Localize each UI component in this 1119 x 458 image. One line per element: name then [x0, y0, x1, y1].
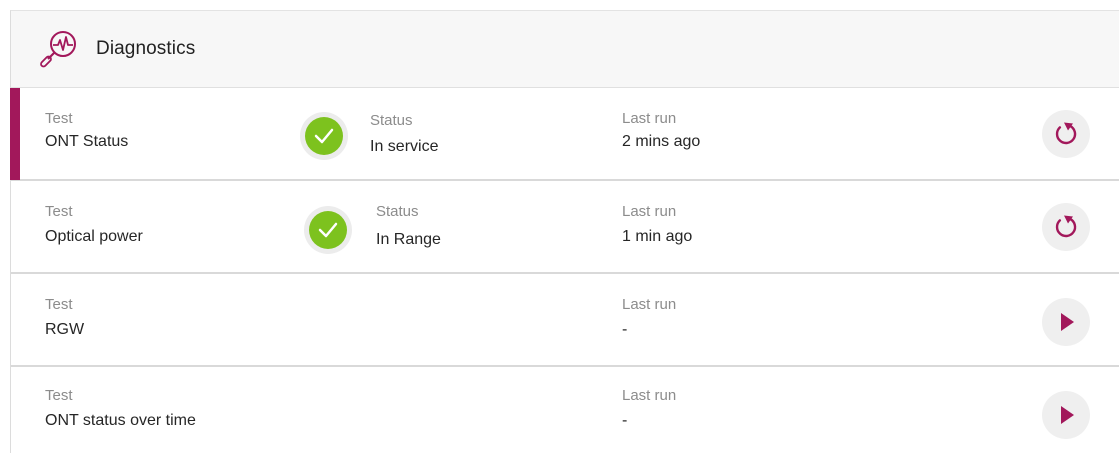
test-name: Optical power — [45, 228, 143, 245]
rerun-button[interactable] — [1042, 110, 1090, 158]
status-value: In service — [370, 138, 439, 155]
test-row-optical-power[interactable]: Test Optical power Status In Range Last … — [11, 181, 1119, 274]
rerun-button[interactable] — [1042, 203, 1090, 251]
diagnostics-header: Diagnostics — [11, 11, 1119, 88]
last-run-value: - — [622, 412, 628, 429]
test-row-rgw[interactable]: Test RGW Last run - — [11, 274, 1119, 367]
status-label: Status — [370, 112, 413, 129]
test-label: Test — [45, 296, 73, 313]
status-label: Status — [376, 203, 419, 220]
run-button[interactable] — [1042, 298, 1090, 346]
rerun-icon — [1055, 122, 1077, 145]
status-value: In Range — [376, 231, 441, 248]
test-label: Test — [45, 203, 73, 220]
test-name: ONT Status — [45, 133, 129, 150]
test-label: Test — [45, 110, 73, 127]
test-row-ont-status-over-time[interactable]: Test ONT status over time Last run - — [11, 367, 1119, 458]
last-run-label: Last run — [622, 296, 677, 313]
last-run-label: Last run — [622, 110, 677, 127]
test-name: ONT status over time — [45, 412, 196, 429]
play-icon — [1061, 406, 1074, 424]
play-icon — [1061, 313, 1074, 331]
last-run-value: - — [622, 321, 628, 338]
last-run-label: Last run — [622, 387, 677, 404]
last-run-label: Last run — [622, 203, 677, 220]
last-run-value: 2 mins ago — [622, 133, 701, 150]
diagnostics-magnifier-icon — [38, 28, 80, 72]
check-icon — [300, 112, 348, 160]
rerun-icon — [1055, 215, 1077, 238]
last-run-value: 1 min ago — [622, 228, 693, 245]
diagnostics-panel: Diagnostics Test ONT Status Status In se… — [10, 10, 1119, 458]
test-row-ont-status[interactable]: Test ONT Status Status In service Last r… — [10, 88, 1119, 181]
test-label: Test — [45, 387, 73, 404]
run-button[interactable] — [1042, 391, 1090, 439]
test-name: RGW — [45, 321, 85, 338]
page-title: Diagnostics — [96, 38, 196, 59]
check-icon — [304, 206, 352, 254]
